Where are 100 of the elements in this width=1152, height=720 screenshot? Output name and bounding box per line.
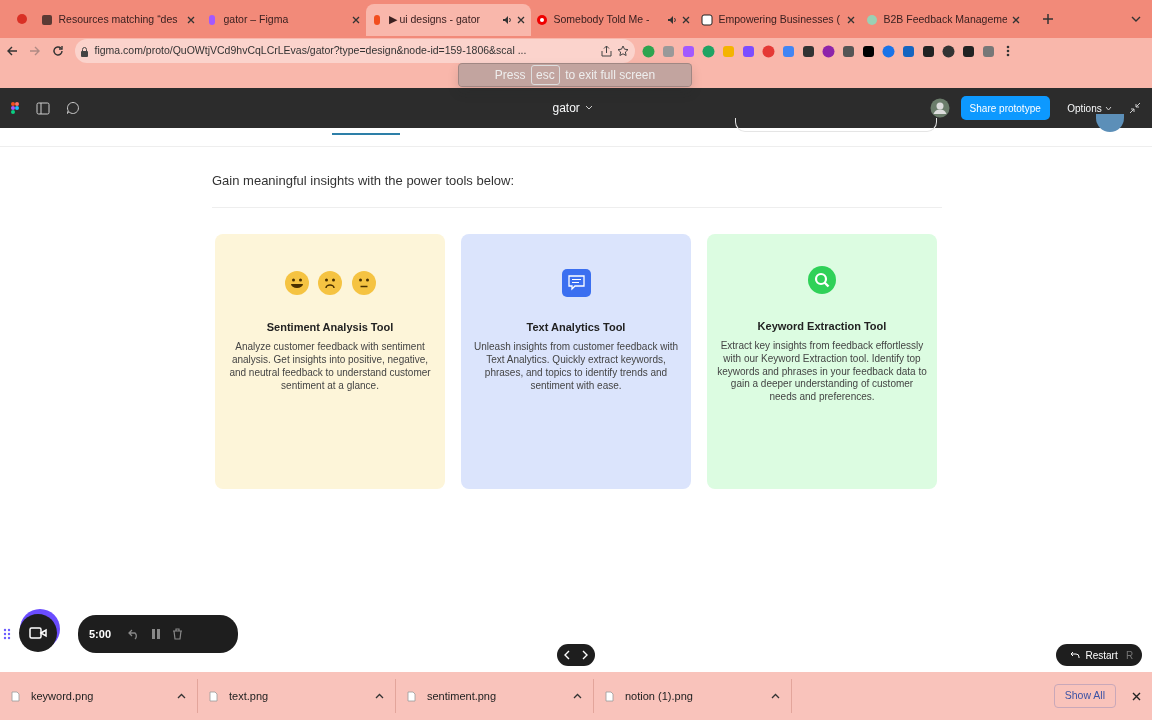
tool-title: Keyword Extraction Tool [757, 319, 887, 334]
pause-icon[interactable] [150, 628, 161, 640]
tab-title: Resources matching “des [58, 12, 179, 28]
emoji-face-icon [282, 269, 311, 298]
download-item[interactable]: keyword.png [11, 679, 198, 713]
file-icon [605, 690, 614, 702]
tab-indicator [332, 133, 400, 135]
search-icon [808, 266, 836, 294]
browser-tab[interactable]: gator – Figma [200, 4, 366, 36]
emoji-face-icon [316, 269, 344, 298]
trash-icon[interactable] [171, 628, 183, 640]
show-all-button[interactable]: Show All [1053, 684, 1116, 708]
download-item[interactable]: sentiment.png [407, 679, 594, 713]
page-heading: Gain meaningful insights with the power tools below: [212, 172, 516, 190]
search-field[interactable] [735, 118, 937, 132]
chevron-down-icon [1104, 105, 1112, 111]
tab-title: Empowering Businesses ( [718, 12, 841, 28]
tab-title: Somebody Told Me - [553, 12, 651, 28]
toast-text: to exit full screen [565, 67, 656, 84]
close-icon[interactable] [682, 16, 690, 24]
avatar [1096, 114, 1124, 132]
favicon-icon [41, 14, 53, 26]
extension-icon[interactable] [801, 44, 815, 58]
timer-text: 5:00 [89, 626, 112, 642]
speaker-icon [666, 15, 677, 25]
chevron-down-icon[interactable] [1130, 15, 1141, 23]
close-icon[interactable] [1132, 691, 1141, 701]
browser-tab[interactable]: Empowering Businesses ( [695, 4, 861, 36]
extension-icon[interactable] [921, 44, 935, 58]
speaker-icon [501, 15, 512, 25]
close-icon[interactable] [517, 16, 525, 24]
file-name-menu[interactable]: gator [546, 95, 600, 121]
tool-title: Text Analytics Tool [526, 320, 626, 336]
return-icon [1070, 651, 1080, 659]
file-name: keyword.png [31, 688, 95, 704]
chevron-down-icon [585, 105, 594, 111]
star-icon[interactable] [617, 45, 629, 57]
extension-icon[interactable] [961, 44, 975, 58]
browser-tab[interactable]: Somebody Told Me - [530, 4, 696, 36]
chevron-left-icon[interactable] [563, 650, 570, 660]
tool-card[interactable]: Text Analytics Tool Unleash insights from customer feedback with Text Analytics. Quickly extract keywords, phrases, and topics to identify trends and sentiment with ease. [461, 233, 691, 489]
shortcut-key: R [1126, 647, 1134, 663]
close-icon[interactable] [847, 16, 855, 24]
address-bar[interactable]: figma.com/proto/QuOWtjVCd9hvCqLCrLEvas/gator?type=design&node-id=159-1806&scal ... [74, 39, 635, 63]
back-icon[interactable] [5, 45, 18, 57]
file-icon [11, 690, 20, 702]
extension-icon[interactable] [941, 44, 955, 58]
undo-icon[interactable] [127, 628, 140, 640]
tool-card[interactable] [707, 233, 937, 489]
file-icon [209, 690, 218, 702]
record-icon [15, 13, 28, 25]
more-icon[interactable] [1005, 45, 1010, 57]
favicon-icon [701, 14, 713, 26]
chevron-up-icon[interactable] [573, 693, 582, 699]
url-text: figma.com/proto/QuOWtjVCd9hvCqLCrLEvas/gator?type=design&node-id=159-1806&scal ... [94, 43, 528, 59]
figma-logo-icon[interactable] [11, 102, 19, 114]
extension-icon[interactable] [861, 44, 875, 58]
file-icon [407, 690, 416, 702]
browser-tab[interactable]: ▶ ui designs - gator [365, 4, 531, 36]
chevron-up-icon[interactable] [177, 693, 186, 699]
close-icon[interactable] [352, 16, 360, 24]
emoji-face-icon [349, 269, 378, 298]
chevron-up-icon[interactable] [771, 693, 780, 699]
tool-description: Extract key insights from feedback effortlessly with our Keyword Extraction tool. Identify top keywords and phrases in your feedback data to gain a deeper understanding of customer needs and preferences. [717, 340, 927, 404]
chevron-right-icon[interactable] [582, 650, 589, 660]
download-item[interactable]: notion (1).png [605, 679, 792, 713]
restart-button[interactable]: Restart R [1056, 644, 1142, 666]
file-name: text.png [229, 688, 270, 704]
tool-description: Unleash insights from customer feedback with Text Analytics. Quickly extract keywords, phrases, and topics to identify trends and sentiment with ease. [473, 341, 679, 393]
reload-icon[interactable] [51, 45, 64, 57]
sidebar-icon[interactable] [35, 101, 50, 115]
file-name: notion (1).png [625, 688, 694, 704]
close-icon[interactable] [1012, 16, 1020, 24]
tab-title: gator – Figma [223, 12, 290, 28]
chevron-up-icon[interactable] [375, 693, 384, 699]
favicon-icon [866, 14, 878, 26]
favicon-icon [371, 14, 383, 26]
lock-icon [80, 45, 89, 57]
favicon-icon [536, 14, 548, 26]
chat-bubble-icon [561, 269, 591, 298]
options-menu[interactable]: Options [1060, 96, 1118, 120]
close-icon[interactable] [187, 16, 195, 24]
tool-description: Analyze customer feedback with sentiment analysis. Get insights into positive, negative, and neutral feedback to understand customer sentiment at a glance. [228, 341, 432, 393]
download-item[interactable]: text.png [209, 679, 396, 713]
favicon-icon [206, 14, 218, 26]
tool-title: Sentiment Analysis Tool [266, 320, 394, 336]
tool-card[interactable]: Sentiment Analysis Tool Analyze customer feedback with sentiment analysis. Get insights into positive, negative, and neutral feedback to understand customer sentiment at a glance. [215, 233, 445, 489]
drag-handle-icon[interactable] [3, 628, 11, 640]
tab-title: ▶ ui designs - gator [388, 12, 481, 28]
toast-text: Press [494, 67, 526, 84]
avatar-icon [929, 98, 950, 118]
collapse-icon[interactable] [1129, 102, 1141, 114]
key-label: esc [530, 65, 560, 85]
tab-title: B2B Feedback Manageme [883, 12, 1007, 28]
share-icon[interactable] [600, 45, 612, 57]
file-name: sentiment.png [427, 688, 498, 704]
browser-tab[interactable]: B2B Feedback Manageme [860, 4, 1026, 36]
comment-icon[interactable] [66, 101, 80, 115]
browser-tab[interactable]: Resources matching “des [35, 4, 201, 36]
new-tab-icon[interactable] [1041, 13, 1054, 25]
